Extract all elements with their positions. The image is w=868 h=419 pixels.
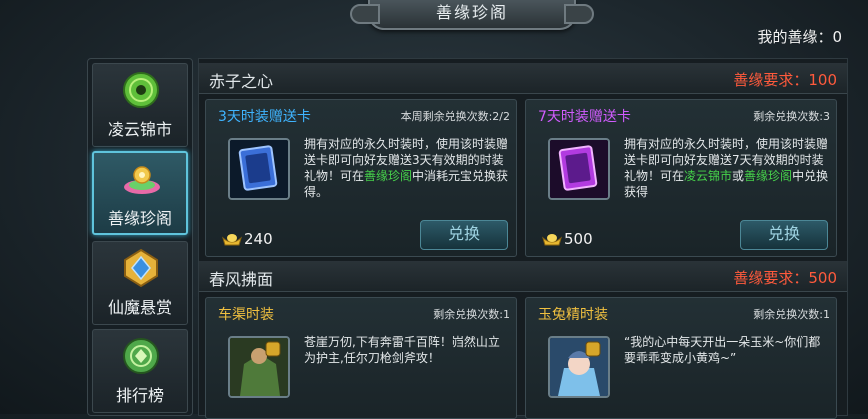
price: 500 (542, 230, 593, 248)
shop-card: 玉兔精时装 剩余兑换次数:1 “我的心中每天开出一朵玉米~你们都要乖乖变成小黄鸡… (525, 297, 837, 419)
sidebar-item-label: 排行榜 (115, 386, 164, 405)
shop-card: 3天时装赠送卡 本周剩余兑换次数:2/2 拥有对应的永久时装时，使用该时装赠送卡… (205, 99, 517, 257)
remaining-count: 剩余兑换次数:1 (433, 308, 510, 321)
remaining-count: 本周剩余兑换次数:2/2 (400, 110, 510, 123)
jade-medal-icon (123, 338, 159, 374)
item-slot[interactable] (228, 138, 290, 200)
section-header: 春风拂面 善缘要求：500 (199, 261, 847, 292)
exchange-button[interactable]: 兑换 (740, 220, 828, 250)
shop-content: 赤子之心 善缘要求：100 3天时装赠送卡 本周剩余兑换次数:2/2 拥有对应的… (198, 58, 848, 419)
card-description: 拥有对应的永久时装时，使用该时装赠送卡即可向好友赠送7天有效期的时装礼物！可在凌… (624, 137, 829, 199)
card-title: 7天时装赠送卡 (538, 109, 631, 125)
card-description: 拥有对应的永久时装时，使用该时装赠送卡即可向好友赠送3天有效期的时装礼物！可在善… (304, 137, 509, 199)
sidebar-item-label: 仙魔悬赏 (107, 298, 172, 317)
sidebar-item-bounty[interactable]: 仙魔悬赏 (92, 241, 188, 325)
warrior-costume-icon (230, 338, 288, 396)
item-slot[interactable] (228, 336, 290, 398)
sidebar-item-goodwill-pavilion[interactable]: 善缘珍阁 (92, 151, 188, 235)
card-description: “我的心中每天开出一朵玉米~你们都要乖乖变成小黄鸡~” (624, 335, 821, 365)
remaining-count: 剩余兑换次数:1 (753, 308, 830, 321)
item-slot[interactable] (548, 138, 610, 200)
card-title: 车渠时装 (218, 307, 274, 323)
card-description: 苍崖万仞,下有奔雷千百阵！岿然山立为护主,任尔刀枪剑斧攻！ (304, 335, 500, 365)
window-title: 善缘珍阁 (350, 0, 594, 30)
sidebar-item-label: 善缘珍阁 (107, 209, 172, 228)
purple-gift-card-icon (550, 140, 608, 198)
goodwill-requirement: 善缘要求：100 (733, 71, 837, 89)
jade-coin-icon (123, 72, 159, 108)
item-slot[interactable] (548, 336, 610, 398)
sidebar-item-label: 凌云锦市 (107, 120, 172, 139)
goodwill-counter: 我的善缘：0 (757, 28, 842, 46)
card-title: 玉兔精时装 (538, 307, 608, 323)
crystal-emblem-icon (124, 248, 158, 288)
lotus-treasure-icon (124, 166, 160, 194)
remaining-count: 剩余兑换次数:3 (753, 110, 830, 123)
shop-card: 7天时装赠送卡 剩余兑换次数:3 拥有对应的永久时装时，使用该时装赠送卡即可向好… (525, 99, 837, 257)
card-title: 3天时装赠送卡 (218, 109, 311, 125)
section-title: 赤子之心 (209, 72, 274, 91)
sidebar-item-lingyun-market[interactable]: 凌云锦市 (92, 63, 188, 147)
gold-ingot-icon (222, 234, 242, 246)
shop-card: 车渠时装 剩余兑换次数:1 苍崖万仞,下有奔雷千百阵！岿然山立为护主,任尔刀枪剑… (205, 297, 517, 419)
exchange-button[interactable]: 兑换 (420, 220, 508, 250)
section-header: 赤子之心 善缘要求：100 (199, 63, 847, 94)
section-title: 春风拂面 (209, 270, 274, 289)
goodwill-requirement: 善缘要求：500 (733, 269, 837, 287)
gold-ingot-icon (542, 234, 562, 246)
rabbit-costume-icon (550, 338, 608, 396)
sidebar: 凌云锦市 善缘珍阁 仙魔悬赏 排行榜 (87, 58, 193, 416)
blue-gift-card-icon (230, 140, 288, 198)
price: 240 (222, 230, 273, 248)
sidebar-item-leaderboard[interactable]: 排行榜 (92, 329, 188, 413)
